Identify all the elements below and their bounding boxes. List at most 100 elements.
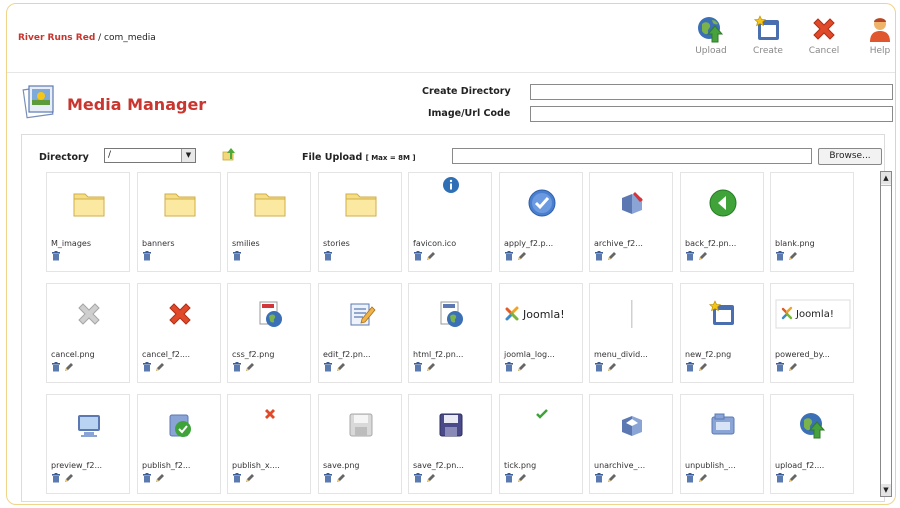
back-icon[interactable] [681,179,765,227]
edit-pencil-icon[interactable] [245,362,255,372]
scrollbar-track[interactable] [881,185,891,485]
edit-icon[interactable] [319,290,403,338]
file-name[interactable]: publish_x.... [232,461,280,470]
joomla-logo-icon[interactable]: Joomla! [500,290,584,338]
file-name[interactable]: favicon.ico [413,239,456,248]
directory-select[interactable]: / ▼ [104,148,196,163]
file-item[interactable]: preview_f2... [46,394,130,494]
file-name[interactable]: unarchive_... [594,461,645,470]
file-name[interactable]: stories [323,239,350,248]
edit-pencil-icon[interactable] [155,473,165,483]
edit-pencil-icon[interactable] [336,473,346,483]
file-upload-input[interactable] [452,148,812,164]
delete-icon[interactable] [51,362,61,372]
scroll-up-icon[interactable]: ▲ [881,172,891,184]
delete-icon[interactable] [142,251,152,261]
folder-icon[interactable] [319,179,403,227]
delete-icon[interactable] [142,362,152,372]
delete-icon[interactable] [775,251,785,261]
edit-pencil-icon[interactable] [788,362,798,372]
file-item[interactable]: unarchive_... [589,394,673,494]
file-item[interactable]: archive_f2... [589,172,673,272]
upload-globe-icon[interactable] [771,401,855,449]
browse-button[interactable]: Browse... [818,148,882,165]
delete-icon[interactable] [594,362,604,372]
unarchive-icon[interactable] [590,401,674,449]
delete-icon[interactable] [685,362,695,372]
edit-pencil-icon[interactable] [698,251,708,261]
cancel-button[interactable]: Cancel [804,14,844,56]
delete-icon[interactable] [232,473,242,483]
file-item[interactable]: publish_f2... [137,394,221,494]
save-gray-icon[interactable] [319,401,403,449]
edit-pencil-icon[interactable] [426,251,436,261]
folder-item[interactable]: M_images [46,172,130,272]
delete-icon[interactable] [775,473,785,483]
file-name[interactable]: edit_f2.pn... [323,350,371,359]
cancel-red-icon[interactable] [138,290,222,338]
file-name[interactable]: apply_f2.p... [504,239,553,248]
delete-icon[interactable] [51,251,61,261]
file-name[interactable]: blank.png [775,239,815,248]
edit-pencil-icon[interactable] [607,251,617,261]
edit-pencil-icon[interactable] [64,473,74,483]
apply-icon[interactable] [500,179,584,227]
edit-pencil-icon[interactable] [517,362,527,372]
delete-icon[interactable] [504,362,514,372]
edit-pencil-icon[interactable] [426,473,436,483]
edit-pencil-icon[interactable] [607,473,617,483]
menu-divider-icon[interactable] [590,290,674,338]
edit-pencil-icon[interactable] [788,473,798,483]
edit-pencil-icon[interactable] [64,362,74,372]
file-name[interactable]: save_f2.pn... [413,461,464,470]
css-icon[interactable] [228,290,312,338]
file-item[interactable]: save.png [318,394,402,494]
edit-pencil-icon[interactable] [607,362,617,372]
file-item[interactable]: favicon.ico [408,172,492,272]
powered-by-icon[interactable]: Joomla! [771,290,855,338]
delete-icon[interactable] [685,251,695,261]
info-icon[interactable] [409,177,493,227]
delete-icon[interactable] [594,473,604,483]
blank-icon[interactable] [771,179,855,227]
delete-icon[interactable] [232,362,242,372]
delete-icon[interactable] [775,362,785,372]
file-item[interactable]: edit_f2.pn... [318,283,402,383]
file-name[interactable]: publish_f2... [142,461,190,470]
file-item[interactable]: html_f2.pn... [408,283,492,383]
edit-pencil-icon[interactable] [698,362,708,372]
file-item[interactable]: Joomla! joomla_log... [499,283,583,383]
image-url-code-input[interactable] [530,106,893,122]
scrollbar[interactable]: ▲ ▼ [880,171,892,497]
folder-icon[interactable] [138,179,222,227]
file-name[interactable]: M_images [51,239,91,248]
edit-pencil-icon[interactable] [426,362,436,372]
save-icon[interactable] [409,401,493,449]
folder-item[interactable]: stories [318,172,402,272]
html-icon[interactable] [409,290,493,338]
file-name[interactable]: html_f2.pn... [413,350,463,359]
file-item[interactable]: cancel.png [46,283,130,383]
unpublish-icon[interactable] [681,401,765,449]
delete-icon[interactable] [413,251,423,261]
edit-pencil-icon[interactable] [336,362,346,372]
file-item[interactable]: unpublish_... [680,394,764,494]
edit-pencil-icon[interactable] [698,473,708,483]
delete-icon[interactable] [323,362,333,372]
publish-x-icon[interactable] [228,401,312,449]
file-item[interactable]: save_f2.pn... [408,394,492,494]
file-name[interactable]: smilies [232,239,260,248]
delete-icon[interactable] [323,251,333,261]
folder-item[interactable]: banners [137,172,221,272]
file-name[interactable]: cancel.png [51,350,95,359]
delete-icon[interactable] [323,473,333,483]
cancel-gray-icon[interactable] [47,290,131,338]
create-directory-input[interactable] [530,84,893,100]
file-name[interactable]: unpublish_... [685,461,736,470]
file-name[interactable]: powered_by... [775,350,830,359]
publish-icon[interactable] [138,401,222,449]
scroll-down-icon[interactable]: ▼ [881,484,891,496]
file-item[interactable]: back_f2.pn... [680,172,764,272]
delete-icon[interactable] [504,251,514,261]
file-name[interactable]: menu_divid... [594,350,648,359]
